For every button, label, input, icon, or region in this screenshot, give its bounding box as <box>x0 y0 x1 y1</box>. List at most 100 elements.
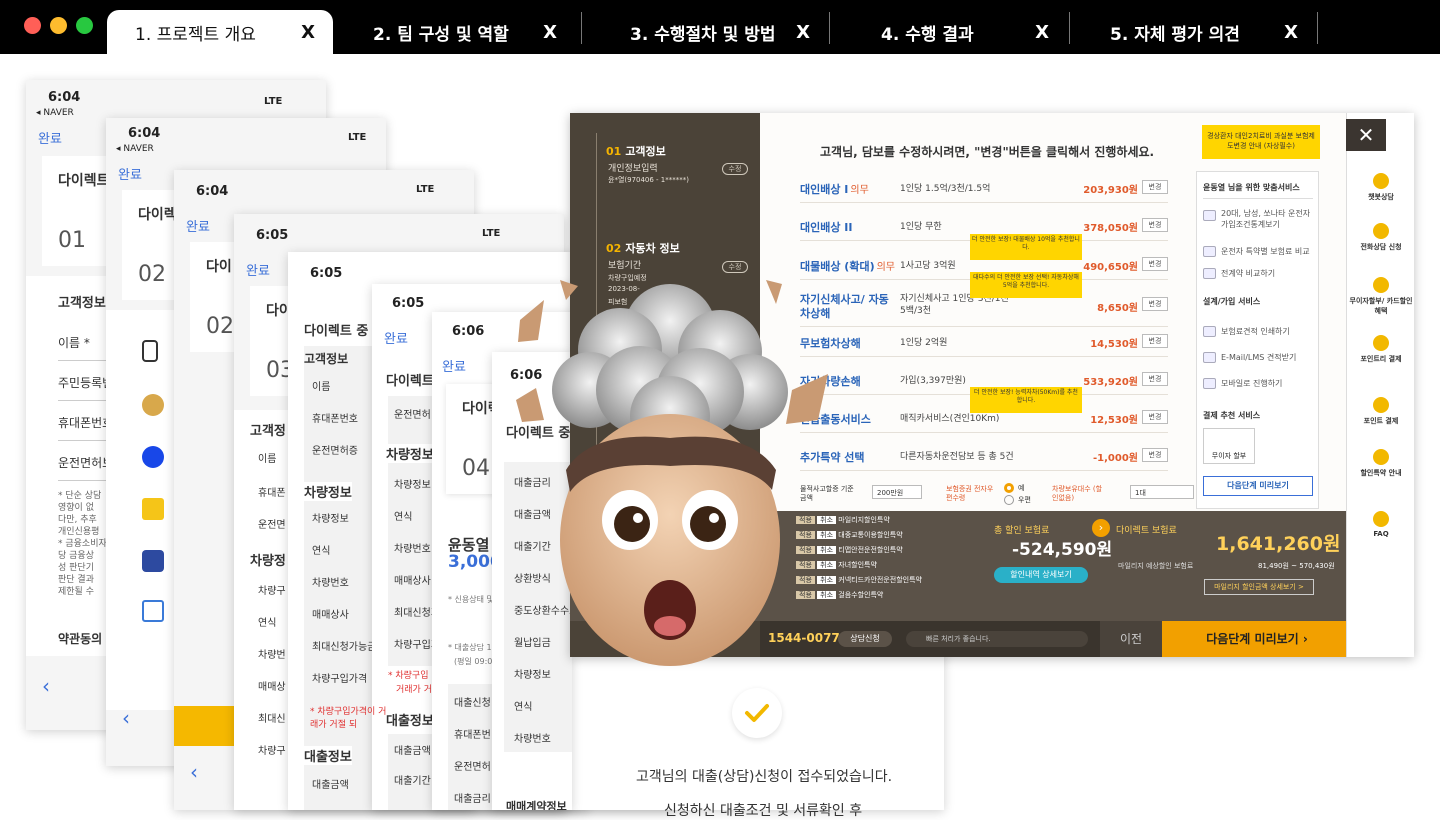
minimize-window-icon[interactable] <box>50 17 67 34</box>
point-pay-button[interactable]: 포인트 결제 <box>1347 397 1414 426</box>
field-label: 연식 <box>514 702 533 713</box>
confirm-submessage: 신청하신 대출조건 및 서류확인 후 <box>664 803 863 819</box>
faq-button[interactable]: FAQ <box>1347 511 1414 538</box>
notice-line: 다만, 추후 <box>58 515 97 525</box>
notice-line: 성 판단기 <box>58 563 94 573</box>
done-button[interactable]: 완료 <box>118 164 142 183</box>
service-link[interactable]: 모바일로 진행하기 <box>1221 378 1282 389</box>
back-arrow-icon[interactable]: ‹ <box>42 674 50 698</box>
product-title: 다이 <box>206 259 232 275</box>
vehicle-count-select[interactable]: 1대 <box>1130 485 1194 499</box>
field-label: 운전면허 <box>394 410 431 421</box>
notice-line: * 금융소비자 <box>58 539 107 549</box>
change-button[interactable]: 변경 <box>1142 257 1168 271</box>
notice-line: 판단 결과 <box>58 575 94 585</box>
status-time: 6:06 <box>452 324 485 339</box>
tab-close-icon[interactable]: X <box>1284 22 1298 43</box>
divider <box>58 480 106 481</box>
discount-item: 마일리지할인특약 <box>838 516 890 524</box>
field-label: 차량구 <box>258 586 286 597</box>
tab-self-evaluation[interactable]: 5. 자체 평가 의견 X <box>1082 10 1316 54</box>
radio-no[interactable] <box>1004 495 1014 505</box>
field-label: 매매상 <box>258 682 286 693</box>
skull-fragment <box>516 388 544 422</box>
tab-results[interactable]: 4. 수행 결과 X <box>853 10 1067 54</box>
back-arrow-icon[interactable]: ‹ <box>122 706 130 730</box>
change-button[interactable]: 변경 <box>1142 372 1168 386</box>
consult-label: 상담신청 <box>850 634 880 643</box>
discount-item: 커넥티드카안전운전할인특약 <box>838 576 922 584</box>
skull-fragment <box>786 374 828 424</box>
done-button[interactable]: 완료 <box>186 216 210 235</box>
done-button[interactable]: 완료 <box>38 128 62 147</box>
discount-item: 자녀할인특약 <box>838 561 877 569</box>
service-link[interactable]: 전계약 비교하기 <box>1221 268 1275 279</box>
maximize-window-icon[interactable] <box>76 17 93 34</box>
warning-text: 거래가 거 <box>396 685 432 695</box>
tab-project-overview[interactable]: 1. 프로젝트 개요 X <box>107 10 333 54</box>
naver-back-link[interactable]: ◂ NAVER <box>36 108 74 118</box>
tab-close-icon[interactable]: X <box>1035 22 1049 43</box>
mobile-icon <box>1203 378 1216 389</box>
chat-input[interactable]: 빠른 처리가 좋습니다. <box>906 631 1088 647</box>
product-title: 다이렉트 중 <box>304 324 369 339</box>
installment-label: 무이자 할부 <box>1211 452 1247 460</box>
naver-back-link[interactable]: ◂ NAVER <box>116 144 154 154</box>
edit-button[interactable]: 수정 <box>722 163 748 175</box>
pointree-button[interactable]: 포인트리 결제 <box>1347 335 1414 364</box>
skull-fragment <box>766 280 782 304</box>
previous-button[interactable]: 이전 <box>1100 621 1162 657</box>
field-label: 차량구입가격 <box>312 674 368 685</box>
installment-button[interactable]: 무이자할부/ 카드할인혜택 <box>1347 277 1414 316</box>
chatbot-button[interactable]: 챗봇상담 <box>1347 173 1414 202</box>
tab-label: 3. 수행절차 및 방법 <box>630 24 776 45</box>
change-button[interactable]: 변경 <box>1142 448 1168 462</box>
chat-placeholder: 빠른 처리가 좋습니다. <box>926 635 991 643</box>
service-link[interactable]: 보험료견적 인쇄하기 <box>1221 326 1290 337</box>
installment-option[interactable]: 무이자 할부 <box>1203 428 1255 464</box>
back-arrow-icon[interactable]: ‹ <box>190 760 198 784</box>
deductible-select[interactable]: 200만원 <box>872 485 922 499</box>
change-button[interactable]: 변경 <box>1142 180 1168 194</box>
discount-info-button[interactable]: 할인특약 안내 <box>1347 449 1414 478</box>
phone-consult-button[interactable]: 전화상담 신청 <box>1347 223 1414 252</box>
coverage-instruction: 고객님, 담보를 수정하시려면, "변경"버튼을 클릭해서 진행하세요. <box>820 145 1155 159</box>
notice-badge[interactable]: 경상환자 대인2치료비 과실분 보험제도변경 안내 (자상필수) <box>1202 125 1320 159</box>
mind-blown-emoji-icon <box>516 280 828 666</box>
done-button[interactable]: 완료 <box>246 260 270 279</box>
next-button[interactable] <box>174 706 234 746</box>
change-button[interactable]: 변경 <box>1142 334 1168 348</box>
divider <box>58 400 106 401</box>
mileage-detail-button[interactable]: 마일리지 할인금액 상세보기 > <box>1204 579 1314 595</box>
document-icon <box>1203 268 1216 279</box>
tab-close-icon[interactable]: X <box>796 22 810 43</box>
tab-team-roles[interactable]: 2. 팀 구성 및 역할 X <box>345 10 575 54</box>
ssn-field-label: 주민등록번 <box>58 376 114 390</box>
next-step-button[interactable]: 다음단계 미리보기 › <box>1162 621 1352 657</box>
tab-label: 5. 자체 평가 의견 <box>1110 24 1240 45</box>
tab-close-icon[interactable]: X <box>543 22 557 43</box>
tab-procedure[interactable]: 3. 수행절차 및 방법 X <box>602 10 828 54</box>
notice-text: * 신용상태 및 <box>448 595 494 604</box>
tab-close-icon[interactable]: X <box>301 22 315 43</box>
change-button[interactable]: 변경 <box>1142 297 1168 311</box>
service-link[interactable]: E-Mail/LMS 견적받기 <box>1221 352 1296 363</box>
section-customer-info: 고객정보 <box>58 296 106 311</box>
done-button[interactable]: 완료 <box>384 328 408 347</box>
preview-next-button[interactable]: 다음단계 미리보기 <box>1203 476 1313 496</box>
field-label: 휴대폰 <box>258 488 286 499</box>
consult-request-button[interactable]: 상담신청 <box>838 631 892 647</box>
change-button[interactable]: 변경 <box>1142 410 1168 424</box>
done-button[interactable]: 완료 <box>442 356 466 375</box>
field-label: 운전면허 <box>454 762 491 773</box>
close-window-icon[interactable] <box>24 17 41 34</box>
discount-detail-button[interactable]: 할인내역 상세보기 <box>994 567 1088 583</box>
shield-icon <box>142 550 164 572</box>
radio-yes[interactable] <box>1004 483 1014 493</box>
close-icon[interactable]: ✕ <box>1346 119 1386 151</box>
service-link[interactable]: 운전자 특약별 보험료 비교 <box>1221 246 1310 257</box>
change-button[interactable]: 변경 <box>1142 218 1168 232</box>
tab-divider <box>581 12 582 44</box>
service-link[interactable]: 20대, 남성, 쏘나타 운전자 가입조건통계보기 <box>1221 208 1317 230</box>
divider <box>58 440 106 441</box>
